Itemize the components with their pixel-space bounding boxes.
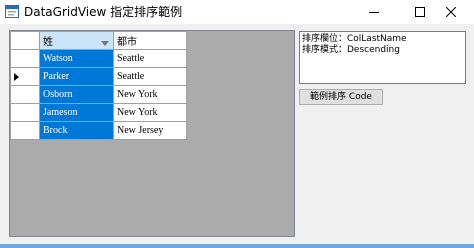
column-header-last-name[interactable]: 姓 <box>39 31 114 50</box>
row-header[interactable] <box>10 85 40 104</box>
cell-city[interactable]: Seattle <box>113 67 187 86</box>
cell-last-name[interactable]: Watson <box>39 49 114 68</box>
header-row: 姓 都市 <box>10 31 187 50</box>
current-row-icon <box>14 73 19 84</box>
sample-sort-code-button[interactable]: 範例排序 Code <box>299 89 383 105</box>
table-row[interactable]: Jameson New York <box>10 103 187 122</box>
maximize-icon <box>415 7 425 17</box>
minimize-button[interactable] <box>351 0 397 24</box>
column-header-label: 姓 <box>43 37 53 48</box>
column-header-city[interactable]: 都市 <box>113 31 187 50</box>
cell-city[interactable]: New Jersey <box>113 121 187 140</box>
cell-last-name[interactable]: Jameson <box>39 103 114 122</box>
top-left-header-cell[interactable] <box>10 31 40 50</box>
close-icon <box>446 7 456 17</box>
close-button[interactable] <box>428 0 474 24</box>
table-row[interactable]: Watson Seattle <box>10 49 187 68</box>
row-header[interactable] <box>10 121 40 140</box>
window-title: DataGridView 指定排序範例 <box>24 5 183 19</box>
minimize-icon <box>369 12 379 13</box>
cell-last-name[interactable]: Osborn <box>39 85 114 104</box>
table-row[interactable]: Brock New Jersey <box>10 121 187 140</box>
cell-last-name[interactable]: Parker <box>39 67 114 86</box>
title-bar[interactable]: DataGridView 指定排序範例 <box>0 0 474 24</box>
table-row[interactable]: Parker Seattle <box>10 67 187 86</box>
cell-city[interactable]: New York <box>113 103 187 122</box>
cell-city[interactable]: New York <box>113 85 187 104</box>
data-grid-view[interactable]: 姓 都市 Watson Seattle Parker Seattle Osbor… <box>9 30 295 237</box>
bottom-border <box>0 244 474 248</box>
form-icon <box>5 5 19 18</box>
cell-last-name[interactable]: Brock <box>39 121 114 140</box>
grid-table: 姓 都市 Watson Seattle Parker Seattle Osbor… <box>10 31 187 140</box>
column-header-label: 都市 <box>117 37 137 48</box>
main-window: DataGridView 指定排序範例 姓 都市 Watson Seattle … <box>0 0 474 248</box>
sort-info-textbox[interactable]: 排序欄位：ColLastName 排序模式：Descending <box>299 31 466 84</box>
row-header[interactable] <box>10 67 40 86</box>
table-row[interactable]: Osborn New York <box>10 85 187 104</box>
sort-descending-icon <box>101 38 109 49</box>
cell-city[interactable]: Seattle <box>113 49 187 68</box>
row-header[interactable] <box>10 49 40 68</box>
row-header[interactable] <box>10 103 40 122</box>
